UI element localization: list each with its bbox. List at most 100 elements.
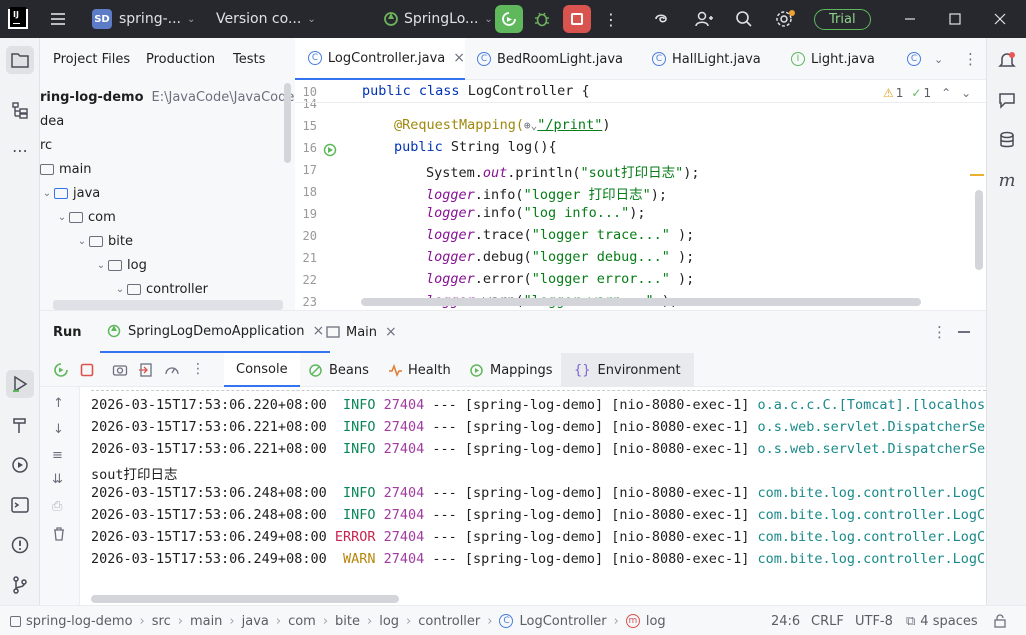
run-tool-button[interactable] — [6, 370, 34, 398]
camera-icon[interactable] — [112, 362, 128, 378]
code-area[interactable]: public class LogController { @RequestMap… — [295, 80, 986, 310]
tree-item-bite[interactable]: ⌄ bite — [75, 230, 133, 252]
main-menu-button[interactable] — [48, 0, 68, 38]
more-vertical-icon[interactable]: ⋮ — [191, 361, 205, 377]
tree-item-src[interactable]: rc — [40, 134, 52, 156]
tree-item-main[interactable]: main — [40, 158, 91, 180]
editor-hscrollbar[interactable] — [361, 298, 921, 306]
notifications-button[interactable] — [993, 46, 1021, 74]
inspection-widget[interactable]: ⚠ 1 ✓ 1 ⌃ ⌄ — [883, 86, 971, 100]
app-logo[interactable]: IJ — [8, 0, 28, 38]
stop-button[interactable] — [563, 0, 591, 38]
breadcrumb-item[interactable]: controller — [418, 614, 480, 629]
tab-light[interactable]: I Light.java — [791, 38, 875, 80]
more-vertical-icon[interactable]: ⋮ — [932, 323, 947, 341]
gauge-icon[interactable] — [164, 362, 180, 378]
breadcrumb-item[interactable]: bite — [335, 614, 360, 629]
run-config-selector[interactable]: SpringLo... ⌄ — [382, 0, 493, 38]
breadcrumb-item[interactable]: log — [379, 614, 399, 629]
scroll-to-end-icon[interactable]: ⇊ — [52, 472, 63, 487]
breadcrumb-item[interactable]: com — [288, 614, 316, 629]
project-switcher[interactable]: SD spring-... ⌄ — [92, 0, 195, 38]
tree-item-idea[interactable]: dea — [40, 110, 64, 132]
services-tool-button[interactable] — [6, 451, 34, 479]
tab-logcontroller[interactable]: C LogController.java × — [295, 38, 465, 80]
tab-main[interactable]: Main × — [326, 311, 397, 353]
more-actions-button[interactable]: ⋮ — [603, 0, 619, 38]
tree-root[interactable]: ring-log-demo E:\JavaCode\JavaCode02\ai\ — [40, 86, 295, 108]
read-only-toggle[interactable] — [993, 606, 1007, 635]
minimize-panel-icon[interactable] — [958, 331, 970, 333]
tree-selected-row[interactable] — [53, 300, 283, 310]
breadcrumb-item[interactable]: main — [190, 614, 222, 629]
terminal-tool-button[interactable] — [6, 491, 34, 519]
search-everywhere-button[interactable] — [734, 0, 754, 38]
vcs-widget[interactable]: Version co... ⌄ — [216, 0, 316, 38]
structure-tool-button[interactable] — [6, 96, 34, 124]
line-separator[interactable]: CRLF — [811, 606, 844, 635]
tab-halllight[interactable]: C HallLight.java — [652, 38, 761, 80]
print-icon[interactable]: ⎙ — [52, 499, 62, 514]
project-tool-button[interactable] — [6, 46, 34, 74]
tab-springlogdemoapplication[interactable]: SpringLogDemoApplication × — [100, 311, 331, 353]
subtab-mappings[interactable]: Mappings — [469, 353, 553, 387]
tabs-dropdown-button[interactable]: ⌄ — [934, 38, 943, 80]
chevron-up-icon[interactable]: ⌃ — [941, 86, 951, 100]
spring-endpoint-gutter-icon[interactable] — [322, 142, 338, 158]
tree-scrollbar[interactable] — [284, 83, 291, 163]
soft-wrap-icon[interactable]: ≡ — [52, 448, 63, 463]
tree-item-log[interactable]: ⌄ log — [94, 254, 147, 276]
tab-tests[interactable]: Tests — [233, 52, 265, 67]
rerun-button[interactable] — [495, 0, 523, 38]
stop-icon[interactable] — [79, 362, 95, 378]
close-tab-icon[interactable]: × — [453, 50, 465, 66]
git-tool-button[interactable] — [6, 571, 34, 599]
close-tab-icon[interactable]: × — [312, 323, 324, 339]
arrow-up-icon[interactable]: ↑ — [53, 396, 64, 411]
more-tools-button[interactable]: ⋯ — [6, 136, 34, 164]
subtab-console[interactable]: Console — [224, 353, 300, 387]
tab-project-files[interactable]: Project Files — [53, 52, 130, 67]
breadcrumb-item[interactable]: java — [242, 614, 269, 629]
breadcrumb-item[interactable]: spring-log-demo — [26, 614, 133, 629]
maven-button[interactable]: m — [993, 166, 1021, 194]
breadcrumb-item[interactable]: LogController — [519, 614, 606, 629]
database-button[interactable] — [993, 126, 1021, 154]
tab-production[interactable]: Production — [146, 52, 215, 67]
console-hscrollbar[interactable] — [91, 595, 399, 603]
tree-item-com[interactable]: ⌄ com — [55, 206, 116, 228]
arrow-down-icon[interactable]: ↓ — [53, 422, 64, 437]
tab-bedroomlight[interactable]: C BedRoomLight.java — [477, 38, 623, 80]
tree-item-controller[interactable]: ⌄ controller — [113, 278, 208, 300]
debug-button[interactable] — [533, 0, 551, 38]
indent-widget[interactable]: ⧉ 4 spaces — [906, 606, 978, 635]
build-tool-button[interactable] — [6, 411, 34, 439]
tab-overflow[interactable]: C — [907, 38, 927, 80]
subtab-health[interactable]: Health — [388, 353, 451, 387]
close-window-button[interactable] — [993, 0, 1007, 38]
maximize-button[interactable] — [948, 0, 962, 38]
breadcrumb-item[interactable]: log — [646, 614, 666, 629]
chevron-down-icon[interactable]: ⌄ — [961, 86, 971, 100]
breadcrumb-item[interactable]: src — [152, 614, 171, 629]
settings-button[interactable] — [774, 0, 795, 38]
close-tab-icon[interactable]: × — [385, 324, 397, 340]
trash-icon[interactable] — [52, 526, 66, 542]
ai-assistant-button[interactable] — [652, 0, 672, 38]
ai-chat-button[interactable] — [993, 86, 1021, 114]
trial-button[interactable]: Trial — [814, 0, 871, 38]
editor-vscrollbar[interactable] — [975, 190, 983, 270]
project-name: spring-... — [119, 11, 181, 27]
rerun-icon[interactable] — [53, 362, 69, 378]
subtab-environment[interactable]: {} Environment — [561, 353, 694, 387]
file-encoding[interactable]: UTF-8 — [855, 606, 893, 635]
subtab-beans[interactable]: Beans — [308, 353, 369, 387]
problems-tool-button[interactable] — [6, 531, 34, 559]
add-user-button[interactable] — [694, 0, 714, 38]
tree-item-java[interactable]: ⌄ java — [40, 182, 100, 204]
minimize-button[interactable] — [903, 0, 917, 38]
caret-position[interactable]: 24:6 — [771, 606, 800, 635]
exit-icon[interactable] — [138, 362, 154, 378]
editor-more-button[interactable]: ⋮ — [963, 38, 978, 80]
console-output[interactable]: 2026-03-15T17:53:06.220+08:00 INFO 27404… — [81, 387, 986, 606]
